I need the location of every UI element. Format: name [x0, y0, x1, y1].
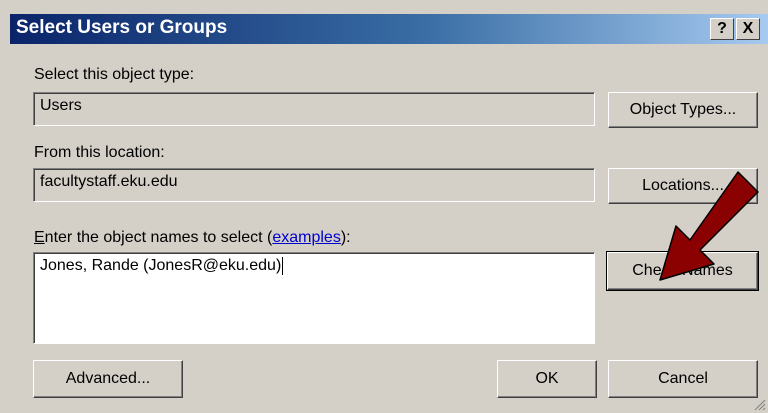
- dialog-title: Select Users or Groups: [16, 17, 228, 38]
- accelerator-e: E: [34, 229, 45, 246]
- close-button[interactable]: X: [736, 18, 760, 40]
- object-names-label-suffix: ):: [340, 229, 351, 246]
- object-names-label: Enter the object names to select (exampl…: [34, 229, 351, 247]
- object-type-field: Users: [33, 92, 595, 126]
- resize-grip-icon[interactable]: [752, 397, 766, 411]
- title-bar: Select Users or Groups ? X: [10, 14, 768, 44]
- object-names-label-text: nter the object names to select (: [44, 229, 273, 246]
- ok-button[interactable]: OK: [497, 360, 597, 398]
- object-names-value: Jones, Rande (JonesR@eku.edu): [40, 257, 282, 275]
- object-names-input[interactable]: Jones, Rande (JonesR@eku.edu): [33, 252, 595, 344]
- examples-link[interactable]: examples: [272, 229, 340, 246]
- object-type-label: Select this object type:: [34, 66, 195, 83]
- cancel-button[interactable]: Cancel: [608, 360, 758, 398]
- help-button[interactable]: ?: [710, 18, 734, 40]
- location-label: From this location:: [34, 144, 165, 161]
- check-names-button[interactable]: Check Names: [606, 251, 759, 291]
- location-field: facultystaff.eku.edu: [33, 168, 595, 202]
- locations-button[interactable]: Locations...: [608, 168, 758, 204]
- text-cursor: [282, 257, 284, 275]
- object-types-button[interactable]: Object Types...: [608, 92, 758, 128]
- advanced-button[interactable]: Advanced...: [33, 360, 183, 398]
- select-users-dialog: Select Users or Groups ? X Select this o…: [0, 0, 768, 413]
